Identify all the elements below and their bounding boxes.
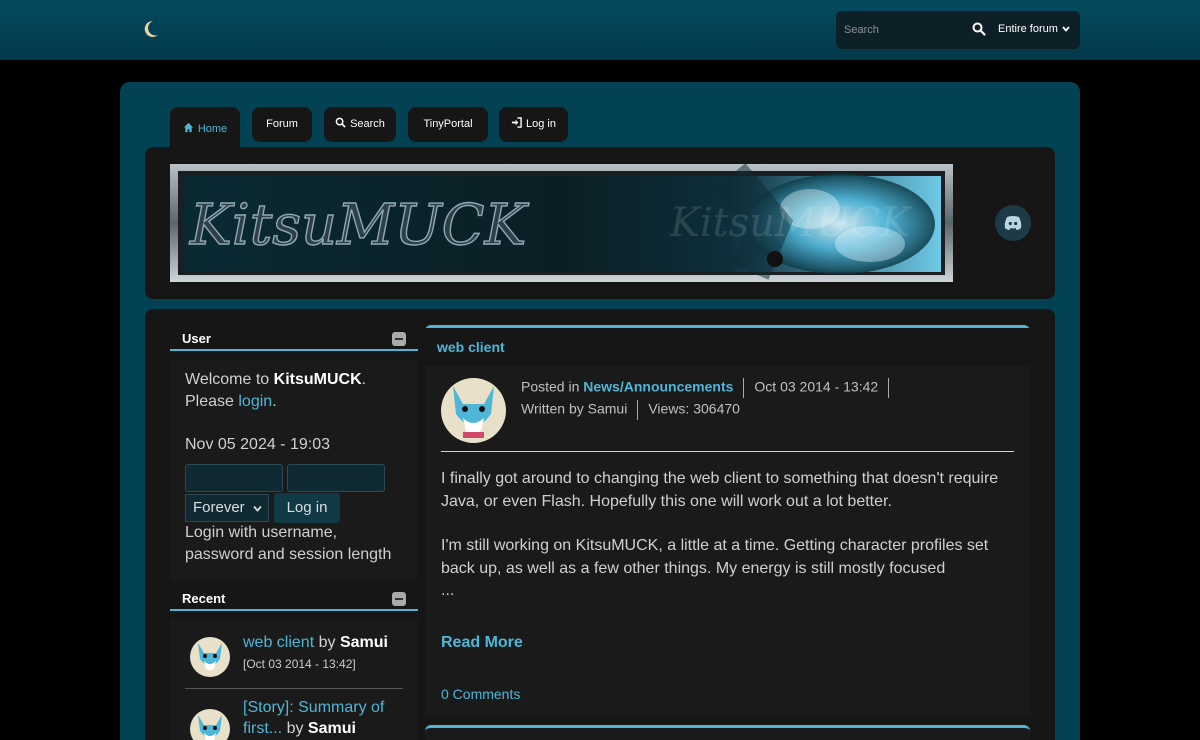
list-item[interactable]: web client by Samui [Oct 03 2014 - 13:42… <box>185 627 403 689</box>
avatar[interactable] <box>190 709 230 740</box>
search-input[interactable] <box>844 20 962 40</box>
site-name: KitsuMUCK <box>273 371 362 388</box>
tab-label: Forum <box>266 118 298 130</box>
home-icon <box>183 122 193 133</box>
article-card-next <box>425 725 1030 740</box>
recent-item-title[interactable]: web client <box>243 634 314 651</box>
recent-block-header: Recent <box>170 587 418 611</box>
article-title[interactable]: web client <box>425 328 1030 366</box>
recent-item-date: [Oct 03 2014 - 13:42] <box>243 657 356 671</box>
discord-icon <box>1004 216 1022 230</box>
recent-block: web client by Samui [Oct 03 2014 - 13:42… <box>170 619 418 740</box>
login-link[interactable]: login <box>238 393 272 410</box>
tab-forum[interactable]: Forum <box>252 107 312 142</box>
comments-link[interactable]: 0 Comments <box>441 686 520 702</box>
main-wrapper: Home Forum Search TinyPortal Log in Kits… <box>120 82 1080 740</box>
user-block-title: User <box>182 331 211 346</box>
svg-text:KitsuMUCK: KitsuMUCK <box>669 200 912 246</box>
banner-logo-text: KitsuMUCK <box>189 193 529 258</box>
chevron-down-icon <box>1062 26 1070 32</box>
read-more-link[interactable]: Read More <box>441 634 523 652</box>
list-item[interactable]: [Story]: Summary of first... by Samui <box>185 697 403 740</box>
article-paragraph-2: I'm still working on KitsuMUCK, a little… <box>441 537 989 577</box>
fox-avatar-icon <box>190 637 230 677</box>
welcome-suffix: . <box>361 371 367 388</box>
top-bar: Entire forum <box>0 0 1200 60</box>
site-banner-logo[interactable]: KitsuMUCK KitsuMUCK <box>170 164 953 282</box>
tab-home[interactable]: Home <box>170 107 240 147</box>
tab-search[interactable]: Search <box>324 107 396 142</box>
tab-tinyportal[interactable]: TinyPortal <box>408 107 488 142</box>
tab-label: Home <box>197 123 228 135</box>
fox-avatar-icon <box>190 709 230 740</box>
article-views: Views: 306470 <box>648 400 740 417</box>
user-block-header: User <box>170 327 418 351</box>
meta-divider <box>637 400 639 420</box>
search-icon <box>335 117 346 128</box>
posted-in-label: Posted in <box>521 378 580 395</box>
divider <box>441 451 1014 452</box>
user-block: Welcome to KitsuMUCK. Please login. Nov … <box>170 359 418 581</box>
recent-item-by: by <box>286 720 304 737</box>
search-box: Entire forum <box>836 11 1080 49</box>
session-length-value: Forever <box>193 499 245 516</box>
article-meta-line1: Posted in News/Announcements Oct 03 2014 … <box>521 378 899 398</box>
chevron-down-icon <box>253 505 262 512</box>
welcome-prefix: Welcome to <box>185 371 270 388</box>
tab-label: Log in <box>526 118 556 130</box>
discord-button[interactable] <box>995 205 1031 241</box>
written-by: Written by Samui <box>521 400 628 417</box>
recent-block-title: Recent <box>182 591 226 606</box>
article-card: web client Posted in News/Announcements O… <box>425 325 1030 715</box>
search-icon[interactable] <box>972 22 986 36</box>
recent-item-by: by <box>318 634 336 651</box>
search-scope-label: Entire forum <box>998 23 1058 35</box>
login-hint: Login with username, password and sessio… <box>185 524 392 563</box>
content-area: User Welcome to KitsuMUCK. Please login.… <box>145 309 1055 740</box>
tab-label: Search <box>350 118 385 130</box>
tab-login[interactable]: Log in <box>499 107 568 142</box>
recent-item-author[interactable]: Samui <box>308 720 356 737</box>
avatar[interactable] <box>190 637 230 677</box>
fox-avatar-icon <box>441 378 506 443</box>
login-button[interactable]: Log in <box>274 493 340 523</box>
session-length-select[interactable]: Forever <box>185 494 269 522</box>
login-icon <box>511 117 522 128</box>
recent-item-author[interactable]: Samui <box>340 634 388 651</box>
article-meta-line2: Written by Samui Views: 306470 <box>521 400 740 420</box>
moon-icon[interactable] <box>143 20 159 38</box>
article-ellipsis: ... <box>441 582 455 599</box>
meta-divider <box>888 378 890 398</box>
login-suffix: . <box>272 393 277 410</box>
forum-header: KitsuMUCK KitsuMUCK <box>145 147 1055 299</box>
collapse-user-block-button[interactable] <box>392 332 406 346</box>
search-scope-select[interactable]: Entire forum <box>998 23 1070 35</box>
tab-label: TinyPortal <box>423 118 473 130</box>
avatar[interactable] <box>441 378 506 443</box>
article-date: Oct 03 2014 - 13:42 <box>754 378 879 395</box>
meta-divider <box>743 378 745 398</box>
category-link[interactable]: News/Announcements <box>583 379 733 395</box>
article-paragraph-1: I finally got around to changing the web… <box>441 470 999 510</box>
password-field[interactable] <box>287 464 385 492</box>
please-text: Please <box>185 393 234 410</box>
current-datetime: Nov 05 2024 - 19:03 <box>185 436 330 453</box>
username-field[interactable] <box>185 464 283 492</box>
welcome-text: Welcome to KitsuMUCK. Please login. <box>185 369 405 413</box>
collapse-recent-block-button[interactable] <box>392 592 406 606</box>
